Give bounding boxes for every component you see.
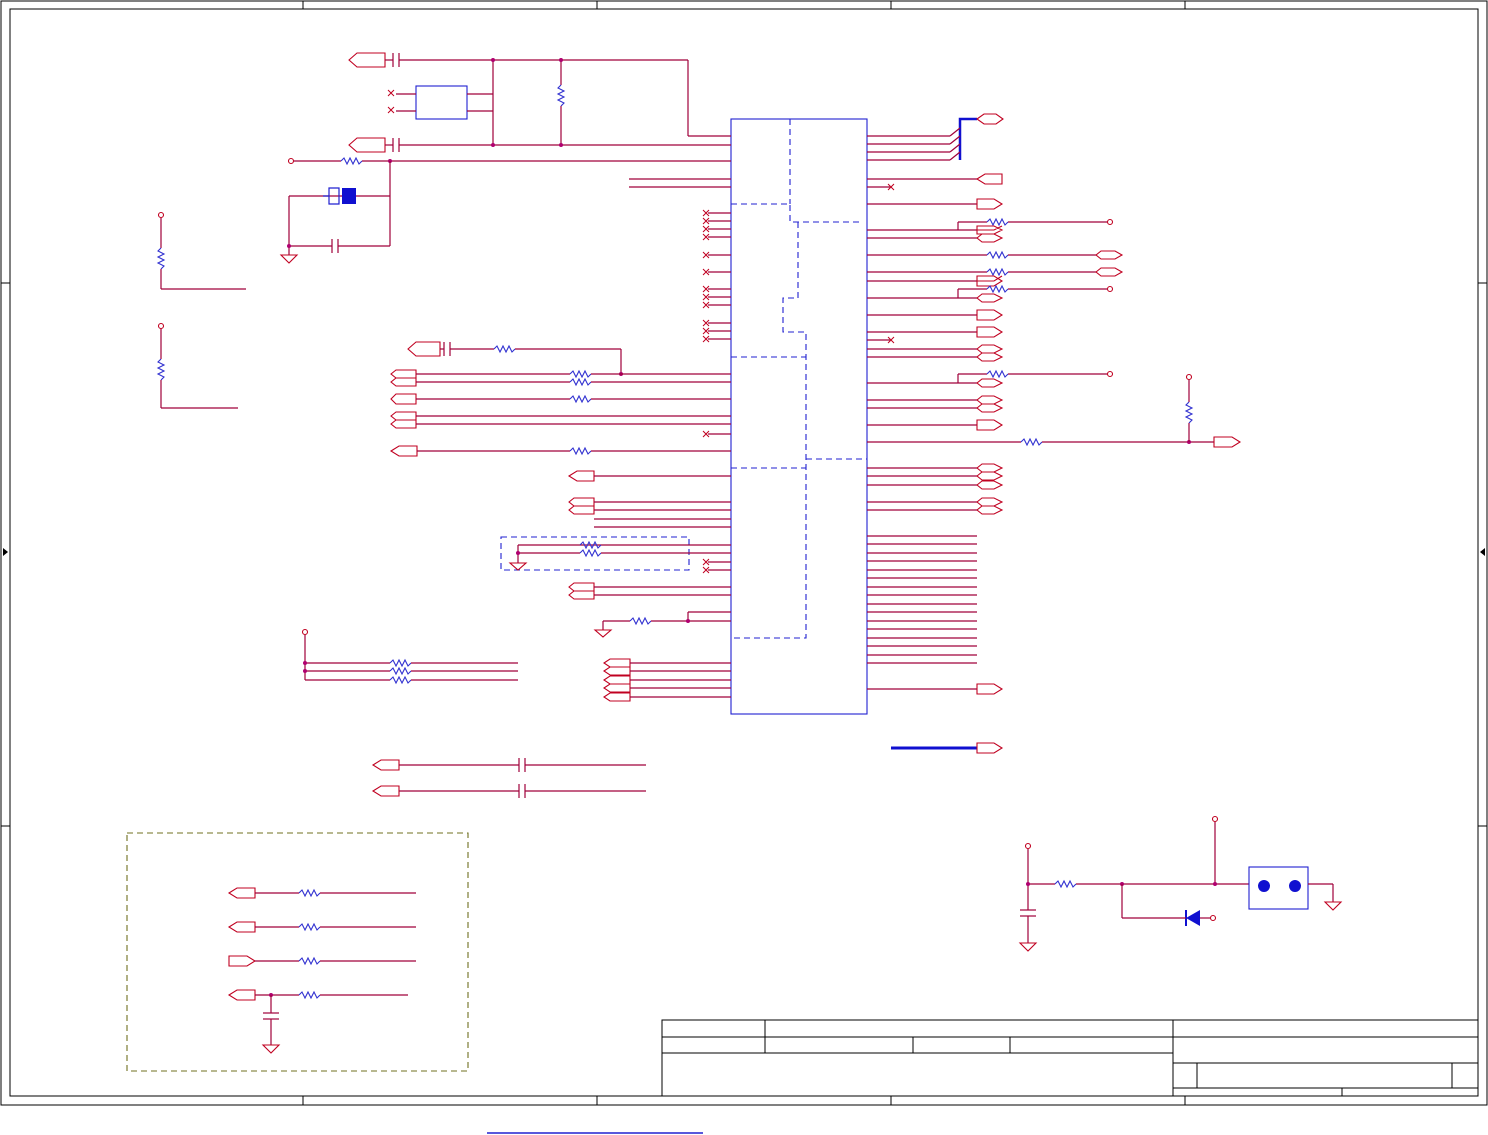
pullup-network [301,628,518,685]
left-signal-ports [389,341,731,702]
left-pullups [156,211,246,409]
diode-symbol [1186,910,1200,926]
schematic-drawing [0,0,1488,1134]
ground-symbol [279,254,299,264]
schematic-sheet [0,0,1488,1135]
right-signal-ports [867,173,1242,754]
power-input-section [1018,815,1343,952]
right-bus-top [867,113,1004,161]
optional-box [126,832,469,1072]
coupling-caps [371,758,646,798]
crystal-package [415,85,468,120]
crystal-section [348,52,731,153]
title-block [661,1019,1479,1097]
reset-section [279,156,731,264]
main-ic [730,118,868,715]
